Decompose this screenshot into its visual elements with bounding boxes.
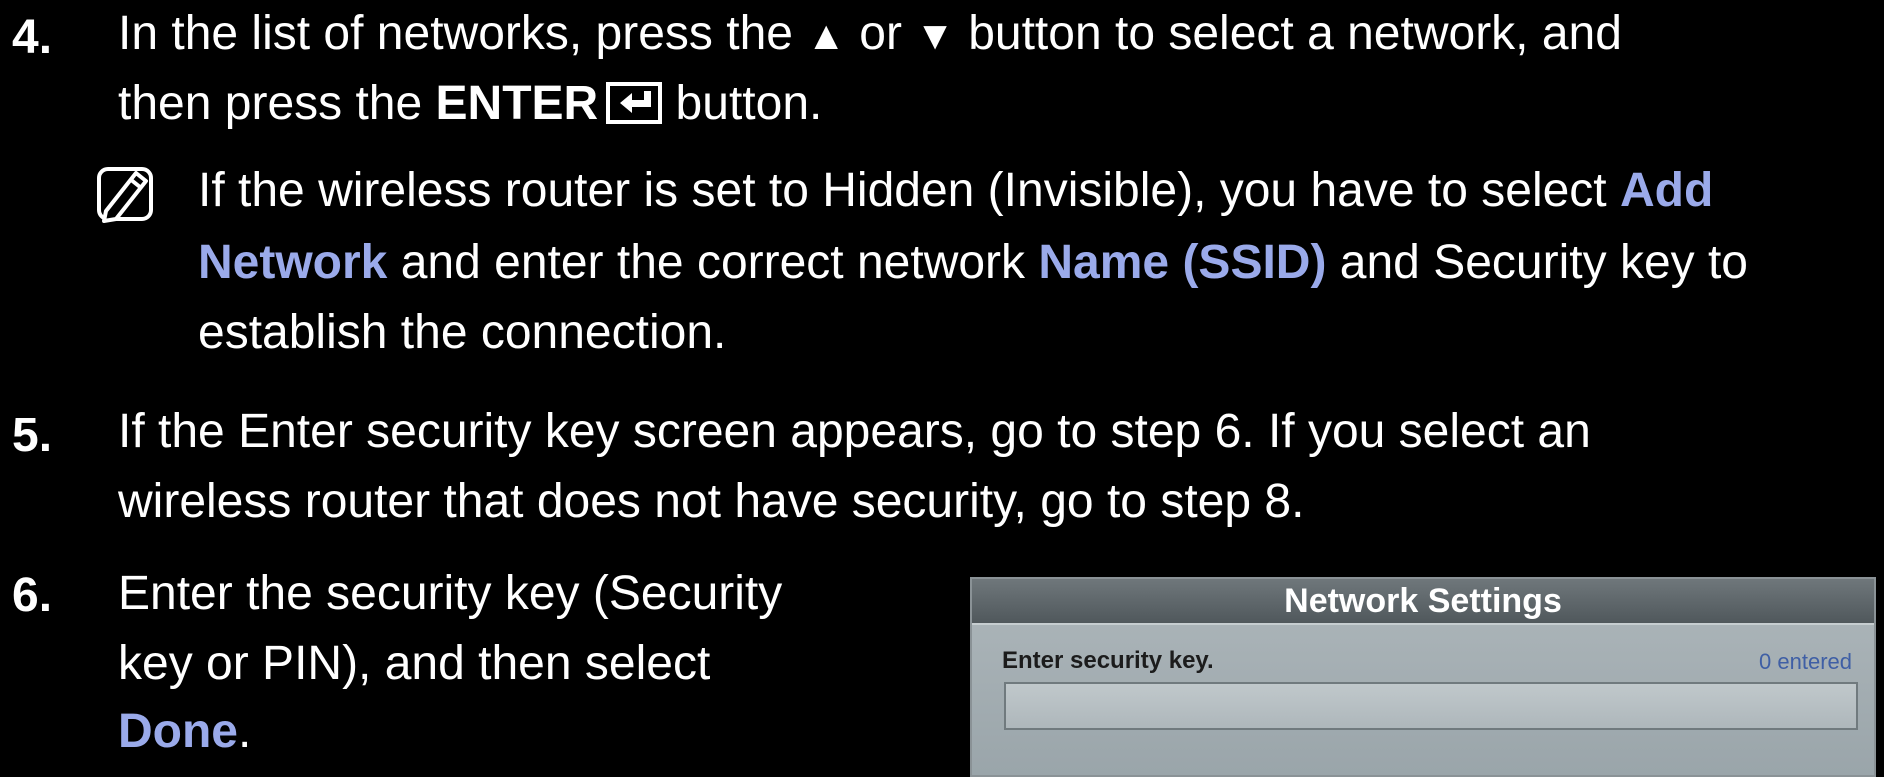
note-text: If the wireless router is set to Hidden …: [198, 164, 1620, 217]
security-key-input[interactable]: [1004, 682, 1858, 730]
note-line1: If the wireless router is set to Hidden …: [198, 167, 1713, 215]
step6-line1: Enter the security key (Security: [118, 567, 783, 620]
step5-line2: wireless router that does not have secur…: [118, 475, 1305, 528]
step4-text: button.: [662, 77, 823, 130]
note-text: and Security key to: [1326, 236, 1748, 289]
step4-text: or: [845, 7, 916, 60]
up-arrow-icon: ▲: [806, 14, 846, 58]
security-key-prompt: Enter security key.: [1002, 647, 1214, 674]
step4-text: button to select a network, and: [954, 7, 1622, 60]
step4-line1: In the list of networks, press the ▲ or …: [118, 10, 1622, 58]
step-number: 5.: [12, 409, 53, 462]
step-number: 6.: [12, 569, 53, 622]
note-line2: Network and enter the correct network Na…: [198, 239, 1748, 287]
note-text: and enter the correct network: [387, 236, 1039, 289]
step6-line2: key or PIN), and then select: [118, 637, 711, 690]
step-number: 4.: [12, 11, 53, 64]
note-highlight: Add: [1619, 164, 1714, 217]
entered-count: 0 entered: [1759, 649, 1852, 674]
panel-title: Network Settings: [972, 579, 1874, 625]
note-highlight: Network: [198, 236, 388, 289]
step4-text: then press the: [118, 77, 436, 130]
enter-icon: [606, 82, 663, 124]
step6-text: .: [238, 705, 252, 758]
step6-line3: Done.: [118, 708, 251, 756]
enter-button-label: ENTER: [435, 77, 599, 130]
note-highlight: Name (SSID): [1038, 236, 1327, 289]
note-icon: [97, 167, 153, 223]
step4-line2: then press the ENTER button.: [118, 80, 822, 128]
note-line3: establish the connection.: [198, 306, 727, 359]
down-arrow-icon: ▼: [915, 14, 955, 58]
done-label: Done: [118, 705, 238, 758]
network-settings-panel: Network Settings Enter security key. 0 e…: [970, 577, 1876, 777]
step5-line1: If the Enter security key screen appears…: [118, 405, 1591, 458]
step4-text: In the list of networks, press the: [118, 7, 807, 60]
